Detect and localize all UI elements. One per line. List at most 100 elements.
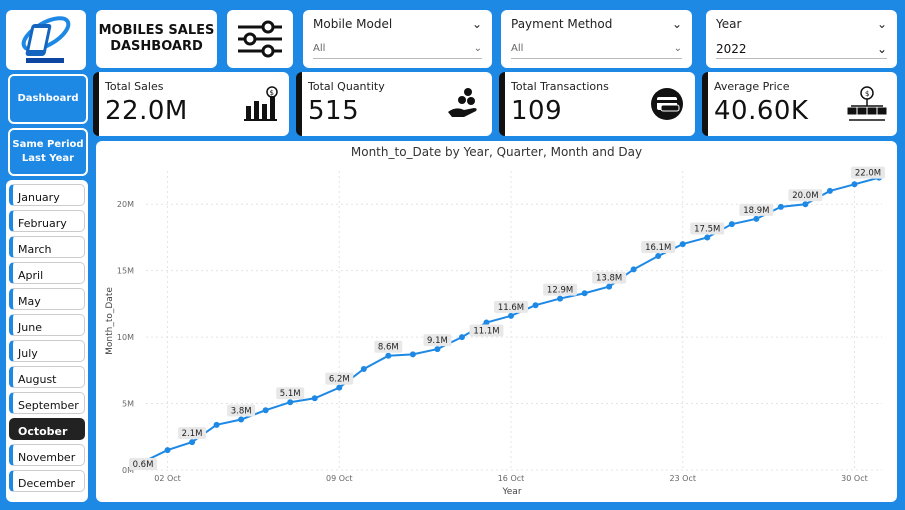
data-point	[753, 215, 760, 222]
y-tick-label: 20M	[117, 200, 134, 209]
x-axis-title: Year	[501, 487, 521, 497]
data-label: 6.2M	[329, 375, 350, 385]
x-tick-label: 23 Oct	[669, 474, 696, 483]
data-point	[336, 384, 343, 391]
same-period-last-year-button[interactable]: Same Period Last Year	[8, 128, 88, 176]
title-line-1: MOBILES SALES	[98, 23, 215, 38]
data-label: 11.6M	[498, 303, 524, 313]
app-logo	[6, 10, 86, 70]
data-point	[679, 241, 686, 248]
dashboard-nav-button[interactable]: Dashboard	[8, 74, 88, 124]
payment-method-slicer[interactable]: Payment Method ⌄ All ⌄	[501, 10, 692, 68]
y-tick-label: 10M	[117, 333, 134, 342]
data-label: 22.0M	[855, 169, 881, 179]
month-item-november[interactable]: November	[9, 444, 85, 466]
data-point	[311, 395, 318, 402]
month-item-june[interactable]: June	[9, 314, 85, 336]
dashboard-title: MOBILES SALES DASHBOARD	[96, 10, 217, 68]
data-point	[802, 201, 809, 208]
data-point	[262, 407, 269, 414]
data-point	[728, 221, 735, 228]
data-point	[164, 447, 171, 454]
data-label: 18.9M	[743, 206, 769, 216]
filter-panel-button[interactable]	[227, 10, 293, 68]
sliders-icon	[238, 20, 282, 58]
month-item-january[interactable]: January	[9, 184, 85, 206]
chevron-down-icon: ⌄	[673, 43, 682, 54]
data-point	[238, 416, 245, 423]
data-point	[826, 187, 833, 194]
month-item-september[interactable]: September	[9, 392, 85, 414]
y-tick-label: 5M	[122, 400, 134, 409]
series-line	[142, 176, 880, 463]
y-tick-label: 15M	[117, 267, 134, 276]
mobile-model-dropdown[interactable]: All ⌄	[313, 39, 482, 59]
data-point	[385, 352, 392, 359]
data-point	[777, 203, 784, 210]
month-to-date-chart: Month_to_Date by Year, Quarter, Month an…	[96, 141, 897, 502]
x-tick-label: 30 Oct	[841, 474, 868, 483]
kpi-total-transactions: Total Transactions 109	[499, 72, 695, 136]
year-slicer[interactable]: Year ⌄ 2022 ⌄	[706, 10, 897, 68]
month-slicer[interactable]: January February March April May June July Augu…	[6, 180, 88, 502]
slicer-label: Payment Method	[511, 17, 613, 31]
x-tick-label: 09 Oct	[326, 474, 353, 483]
month-item-july[interactable]: July	[9, 340, 85, 362]
title-line-2: DASHBOARD	[110, 39, 203, 54]
data-point	[557, 295, 564, 302]
data-point	[508, 312, 514, 319]
hand-coins-icon	[448, 88, 477, 117]
line-chart-svg: 0M5M10M15M20M02 Oct 09 Oct 16 Oct 23 Oct 30 …	[105, 166, 885, 497]
data-point	[630, 266, 637, 273]
month-item-march[interactable]: March	[9, 236, 85, 258]
data-point	[655, 253, 662, 260]
kpi-total-quantity: Total Quantity 515	[296, 72, 492, 136]
kpi-total-sales: Total Sales 22.0M $	[93, 72, 289, 136]
month-item-december[interactable]: December	[9, 470, 85, 492]
data-point	[532, 302, 539, 309]
kpi-average-price: Average Price 40.60K $	[702, 72, 897, 136]
data-point	[189, 439, 196, 446]
x-tick-label: 16 Oct	[498, 474, 525, 483]
data-label: 20.0M	[792, 191, 818, 201]
data-point	[360, 366, 367, 373]
month-item-may[interactable]: May	[9, 288, 85, 310]
data-point	[213, 421, 220, 428]
chevron-down-icon[interactable]: ⌄	[877, 17, 887, 31]
mobile-logo-icon	[21, 16, 71, 63]
data-point	[581, 290, 588, 297]
data-label: 0.6M	[133, 460, 154, 470]
data-label: 16.1M	[645, 243, 671, 253]
chevron-down-icon[interactable]: ⌄	[472, 17, 482, 31]
data-point	[851, 181, 858, 188]
month-item-august[interactable]: August	[9, 366, 85, 388]
payment-method-dropdown[interactable]: All ⌄	[511, 39, 682, 59]
data-point	[704, 234, 711, 241]
data-label: 17.5M	[694, 224, 720, 234]
mobile-model-slicer[interactable]: Mobile Model ⌄ All ⌄	[303, 10, 492, 68]
data-point	[287, 399, 294, 406]
data-label: 5.1M	[280, 389, 301, 399]
svg-text:$: $	[270, 89, 274, 97]
chevron-down-icon: ⌄	[473, 43, 482, 54]
data-point	[434, 346, 441, 353]
data-label: 12.9M	[547, 286, 573, 296]
month-item-october[interactable]: October	[9, 418, 85, 440]
data-label: 13.8M	[596, 274, 622, 284]
month-item-april[interactable]: April	[9, 262, 85, 284]
data-label: 8.6M	[378, 343, 399, 353]
slicer-label: Mobile Model	[313, 17, 393, 31]
data-point	[606, 283, 613, 290]
data-label: 3.8M	[231, 407, 252, 417]
slicer-label: Year	[716, 17, 742, 31]
money-network-icon: $	[847, 86, 887, 121]
year-dropdown[interactable]: 2022 ⌄	[716, 39, 887, 59]
month-item-february[interactable]: February	[9, 210, 85, 232]
chevron-down-icon[interactable]: ⌄	[672, 17, 682, 31]
data-point	[458, 334, 465, 341]
svg-text:$: $	[865, 90, 869, 98]
y-axis-title: Month_to_Date	[105, 287, 115, 355]
data-label: 2.1M	[182, 429, 203, 439]
data-label: 11.1M	[473, 326, 499, 336]
data-label: 9.1M	[427, 336, 448, 346]
